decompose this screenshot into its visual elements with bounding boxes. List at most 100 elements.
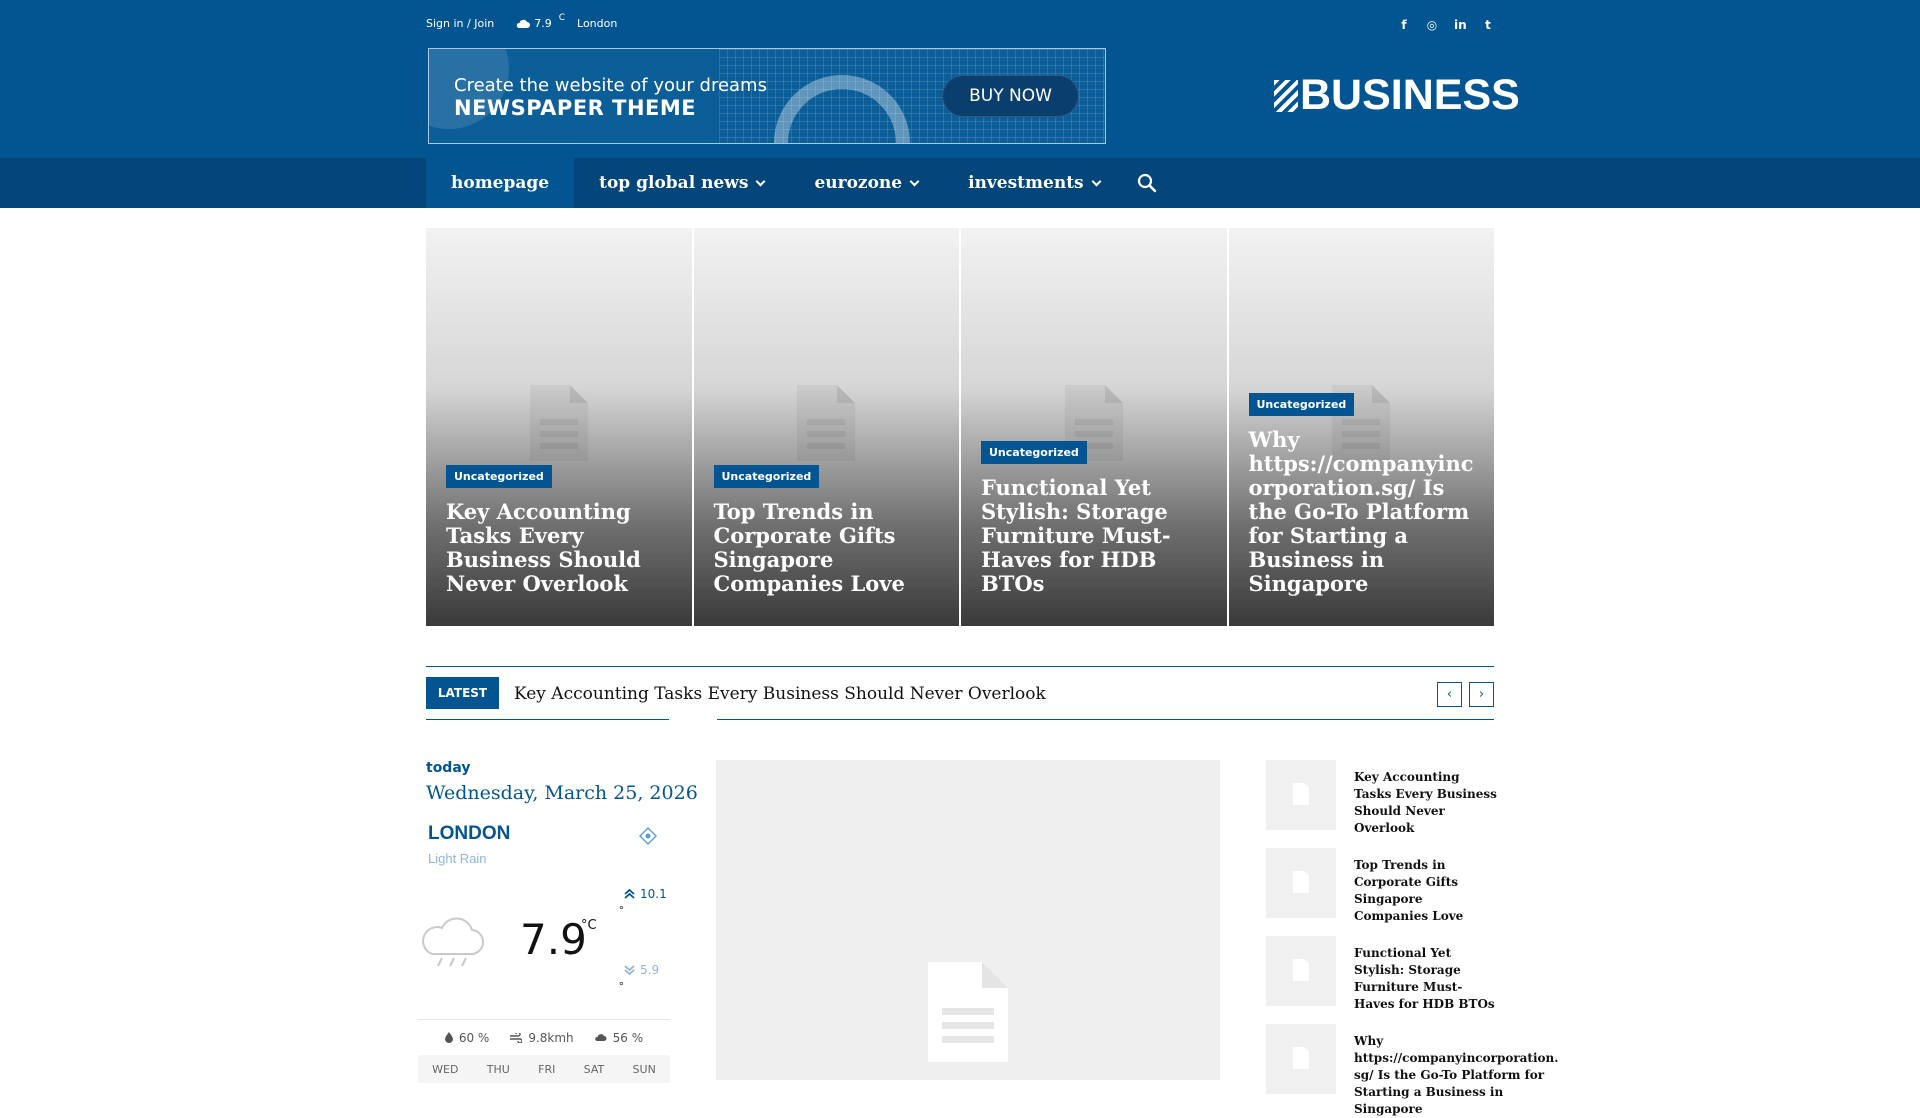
cloud-cover-icon (594, 1034, 607, 1041)
document-placeholder-icon (1293, 959, 1309, 981)
weather-stats: 60 % 9.8kmh 56 % (418, 1019, 670, 1055)
weather-high: 10.1 (624, 887, 667, 901)
banner-headline: NEWSPAPER THEME (454, 96, 697, 120)
featured-card[interactable]: Uncategorized Why https://companyincorpo… (1228, 228, 1494, 626)
today-label: today (426, 760, 471, 776)
ticker-headline[interactable]: Key Accounting Tasks Every Business Shou… (514, 684, 1046, 704)
category-badge[interactable]: Uncategorized (981, 441, 1087, 464)
logo-stripes-icon (1274, 79, 1298, 112)
forecast-days: WED THU FRI SAT SUN (418, 1055, 670, 1083)
nav-item-label: investments (968, 173, 1084, 193)
chevron-down-icon (909, 176, 920, 186)
featured-image-placeholder[interactable] (716, 760, 1220, 1080)
forecast-day: FRI (538, 1062, 556, 1076)
cloud-value: 56 % (612, 1030, 644, 1045)
linkedin-icon[interactable]: in (1454, 18, 1467, 32)
post-title[interactable]: Top Trends in Corporate Gifts Singapore … (1354, 857, 1499, 925)
document-placeholder-icon (529, 385, 588, 461)
card-body: Uncategorized Functional Yet Stylish: St… (981, 441, 1211, 596)
humidity-stat: 60 % (444, 1030, 490, 1045)
featured-card[interactable]: Uncategorized Top Trends in Corporate Gi… (693, 228, 959, 626)
document-placeholder-icon (797, 385, 856, 461)
arrow-up-icon (624, 889, 635, 899)
post-title[interactable]: Why https://companyincorporation.sg/ Is … (1354, 1033, 1564, 1118)
social-icons: f ◎ in t (1398, 18, 1494, 32)
ticker-next-button[interactable]: › (1469, 682, 1494, 707)
header-temp: 7.9 (534, 17, 552, 30)
nav-item-label: eurozone (814, 173, 903, 193)
facebook-icon[interactable]: f (1398, 18, 1410, 32)
latest-label: LATEST (426, 677, 499, 709)
card-body: Uncategorized Top Trends in Corporate Gi… (713, 465, 944, 596)
nav-item-investments[interactable]: investments (943, 158, 1125, 208)
document-placeholder-icon (1293, 783, 1309, 805)
weather-temp: 7.9 (520, 915, 587, 964)
logo-text: BUSINESS (1300, 71, 1520, 119)
today-date: Wednesday, March 25, 2026 (426, 782, 698, 804)
main-navbar: homepage top global news eurozone invest… (0, 158, 1920, 208)
featured-card[interactable]: Uncategorized Key Accounting Tasks Every… (426, 228, 692, 626)
weather-high-degree: ° (619, 903, 624, 917)
instagram-icon[interactable]: ◎ (1426, 18, 1438, 32)
forecast-day: THU (486, 1062, 510, 1076)
post-thumbnail[interactable] (1266, 760, 1336, 830)
post-thumbnail[interactable] (1266, 1024, 1336, 1094)
category-badge[interactable]: Uncategorized (1248, 393, 1355, 416)
search-button[interactable] (1125, 158, 1157, 208)
buy-now-button[interactable]: BUY NOW (942, 75, 1079, 117)
ad-banner[interactable]: Create the website of your dreams NEWSPA… (428, 48, 1106, 144)
card-body: Uncategorized Key Accounting Tasks Every… (446, 465, 676, 596)
chevron-down-icon (756, 176, 766, 186)
nav-item-homepage[interactable]: homepage (426, 158, 575, 208)
humidity-value: 60 % (458, 1030, 490, 1045)
category-badge[interactable]: Uncategorized (713, 465, 820, 488)
post-title[interactable]: Key Accounting Tasks Every Business Shou… (1354, 769, 1499, 837)
featured-grid: Uncategorized Key Accounting Tasks Every… (426, 228, 1494, 626)
ticker-divider-gap (669, 719, 717, 723)
cloud-icon (516, 19, 531, 28)
weather-high-value: 10.1 (640, 887, 667, 901)
weather-low: 5.9 (624, 963, 659, 977)
wind-value: 9.8kmh (528, 1030, 574, 1045)
ticker-prev-button[interactable]: ‹ (1437, 682, 1462, 707)
wind-stat: 9.8kmh (509, 1030, 574, 1045)
post-thumbnail[interactable] (1266, 936, 1336, 1006)
signin-link[interactable]: Sign in / Join (426, 17, 494, 30)
latest-ticker: LATEST Key Accounting Tasks Every Busine… (426, 666, 1494, 723)
chevron-down-icon (1091, 176, 1102, 186)
card-title[interactable]: Top Trends in Corporate Gifts Singapore … (714, 500, 944, 596)
header-city: London (577, 17, 618, 30)
category-badge[interactable]: Uncategorized (446, 465, 552, 488)
banner-tagline: Create the website of your dreams (454, 75, 767, 96)
header-temp-unit: C (558, 12, 566, 23)
card-title[interactable]: Why https://companyincorporation.sg/ Is … (1249, 428, 1479, 596)
twitter-icon[interactable]: t (1482, 18, 1494, 32)
topbar-left: Sign in / Join 7.9 C London (426, 13, 618, 31)
document-placeholder-icon (1293, 1047, 1309, 1069)
document-placeholder-icon (928, 962, 1008, 1062)
location-target-icon[interactable] (639, 827, 657, 845)
post-title[interactable]: Functional Yet Stylish: Storage Furnitur… (1354, 945, 1499, 1013)
nav-item-label: top global news (599, 173, 749, 193)
site-logo[interactable]: BUSINESS (1274, 74, 1520, 117)
featured-card[interactable]: Uncategorized Functional Yet Stylish: St… (961, 228, 1227, 626)
search-icon (1137, 173, 1156, 193)
droplet-icon (444, 1032, 453, 1043)
card-title[interactable]: Functional Yet Stylish: Storage Furnitur… (981, 476, 1211, 596)
forecast-day: WED (432, 1062, 459, 1076)
wind-icon (510, 1032, 523, 1043)
post-thumbnail[interactable] (1266, 848, 1336, 918)
arrow-down-icon (624, 965, 635, 975)
document-placeholder-icon (1293, 871, 1309, 893)
rain-cloud-icon (422, 917, 484, 967)
weather-low-value: 5.9 (640, 963, 660, 977)
forecast-day: SAT (583, 1062, 605, 1076)
site-header: Sign in / Join 7.9 C London f ◎ in t Cre… (0, 0, 1920, 208)
weather-unit: °C (581, 918, 597, 933)
card-title[interactable]: Key Accounting Tasks Every Business Shou… (446, 500, 676, 596)
weather-description: Light Rain (428, 851, 487, 866)
nav-item-top-global-news[interactable]: top global news (574, 158, 789, 208)
header-weather: 7.9 C (516, 13, 565, 30)
cloud-stat: 56 % (594, 1030, 644, 1045)
nav-item-eurozone[interactable]: eurozone (789, 158, 943, 208)
